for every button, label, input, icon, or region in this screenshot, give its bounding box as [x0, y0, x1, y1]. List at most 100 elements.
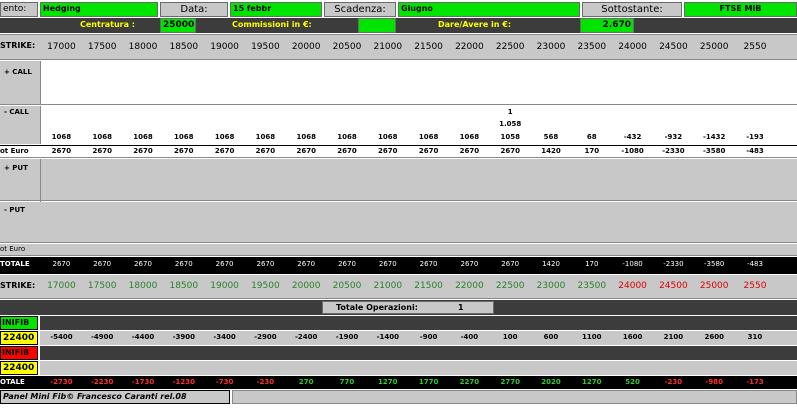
tot-euro-put-label: ot Euro	[0, 245, 26, 253]
strike2-cell: 23500	[577, 281, 607, 291]
minus-call-value: -932	[664, 133, 683, 141]
date-field[interactable]: 15 febbr	[230, 2, 322, 17]
tot-euro-value: 2670	[51, 147, 72, 155]
totale-value: 2670	[134, 260, 152, 268]
strike-cell: 22500	[495, 42, 525, 52]
minus-call-value: -193	[746, 133, 764, 141]
minifib-2-value[interactable]: 22400	[0, 361, 38, 375]
strike-cell: 24500	[659, 42, 688, 52]
minus-call-value: 1068	[51, 133, 72, 141]
strike-cell: 20000	[291, 42, 321, 52]
minus-put-row[interactable]	[0, 202, 797, 243]
minus-call-value: 1068	[337, 133, 357, 141]
totale-value: 2670	[378, 260, 397, 268]
strike-cell: 19000	[210, 42, 239, 52]
totale-value: 1420	[542, 260, 560, 268]
strike-row-label: STRIKE:	[0, 41, 36, 50]
totale-value: 2670	[174, 260, 193, 268]
tot-euro-value: 2670	[459, 147, 480, 155]
underlying-field[interactable]: FTSE MIB	[684, 2, 797, 17]
strike2-cell: 22000	[455, 281, 484, 291]
minifib-value: 2600	[704, 333, 724, 341]
totale-value: 2670	[256, 260, 275, 268]
plus-put-row[interactable]	[0, 159, 797, 201]
bottom-totale-label: OTALE	[0, 378, 25, 386]
tot-euro-value: -1080	[621, 147, 644, 155]
commission-field[interactable]	[358, 18, 396, 33]
totale-value: 2670	[338, 260, 356, 268]
strike2-cell: 20000	[291, 281, 321, 291]
bottom-totale-value: -173	[746, 378, 764, 386]
expiry-field[interactable]: Giugno	[398, 2, 580, 17]
tot-euro-value: 2670	[214, 147, 235, 155]
total-ops-label: Totale Operazioni:	[336, 303, 418, 312]
minifib-1-label: INIFIB	[0, 316, 38, 330]
minus-call-value: 1068	[214, 133, 235, 141]
totale-value: -1080	[622, 260, 643, 268]
expiry-label: Scadenza:	[324, 2, 396, 17]
strike2-cell: 18500	[169, 281, 199, 291]
totale-value: 2670	[501, 260, 520, 268]
strike2-cell: 2550	[743, 281, 767, 291]
tot-euro-value: 2670	[378, 147, 398, 155]
strike2-label: STRIKE:	[0, 281, 36, 290]
tot-euro-value: -2330	[662, 147, 685, 155]
bottom-totale-value: 1270	[582, 378, 602, 386]
minus-call-value: -1432	[703, 133, 726, 141]
minifib-value: -2900	[254, 333, 277, 341]
tot-euro-value: -483	[746, 147, 764, 155]
bottom-totale-value: -980	[705, 378, 723, 386]
minifib-value: -400	[460, 333, 479, 341]
strategy-field[interactable]: Hedging	[40, 2, 158, 17]
totale-value: 2670	[297, 260, 316, 268]
totale-value: 2670	[215, 260, 234, 268]
strike2-cell: 20500	[332, 281, 362, 291]
minifib-value: -5400	[50, 333, 73, 341]
tot-euro-value: 170	[584, 147, 600, 155]
strike2-cell: 23000	[536, 281, 566, 291]
bottom-totale-value: -2230	[91, 378, 114, 386]
minifib-value: -4400	[131, 333, 155, 341]
minus-call-value: 1068	[92, 133, 112, 141]
strike2-cell: 19000	[210, 281, 239, 291]
plus-call-input-area[interactable]	[40, 61, 797, 105]
minus-call-label: - CALL	[4, 108, 29, 116]
date-label: Data:	[160, 2, 228, 17]
strike2-cell: 24000	[618, 281, 647, 291]
strike-cell: 21500	[414, 42, 443, 52]
tot-euro-value: 2670	[92, 147, 112, 155]
strike-cell: 18500	[169, 42, 199, 52]
minus-call-value: 1068	[133, 133, 153, 141]
strike-cell: 23500	[577, 42, 607, 52]
bottom-totale-value: -1730	[131, 378, 155, 386]
minifib-2-label: INIFIB	[0, 346, 38, 360]
centering-field[interactable]: 25000	[160, 18, 196, 33]
minifib-1-bar	[40, 316, 797, 330]
bottom-totale-value: -230	[256, 378, 275, 386]
bottom-totale-value: -1230	[172, 378, 195, 386]
totale-value: 2670	[460, 260, 479, 268]
strike2-cell: 18000	[128, 281, 158, 291]
plus-put-label: + PUT	[4, 164, 28, 172]
underlying-label: Sottostante:	[582, 2, 682, 17]
minus-call-value: 1068	[378, 133, 398, 141]
strike-cell: 17500	[87, 42, 117, 52]
minifib-value: 600	[543, 333, 559, 341]
strike-cell: 22000	[455, 42, 484, 52]
strike2-cell: 17000	[47, 281, 76, 291]
strike-cell: 21000	[373, 42, 403, 52]
bottom-totale-value: -730	[215, 378, 234, 386]
footer-bar	[232, 390, 797, 404]
tot-euro-label: ot Euro	[0, 147, 29, 155]
bottom-totale-value: 270	[298, 378, 314, 386]
strike-cell: 19500	[251, 42, 280, 52]
bottom-totale-value: -230	[664, 378, 683, 386]
bottom-totale-value: 2020	[541, 378, 561, 386]
minifib-value: -1400	[376, 333, 399, 341]
balance-field: 2.670	[580, 18, 634, 33]
minifib-1-value[interactable]: 22400	[0, 331, 38, 345]
tot-euro-value: 2670	[296, 147, 316, 155]
strike2-cell: 17500	[87, 281, 117, 291]
strike-cell: 24000	[618, 42, 647, 52]
tot-euro-value: 2670	[337, 147, 357, 155]
